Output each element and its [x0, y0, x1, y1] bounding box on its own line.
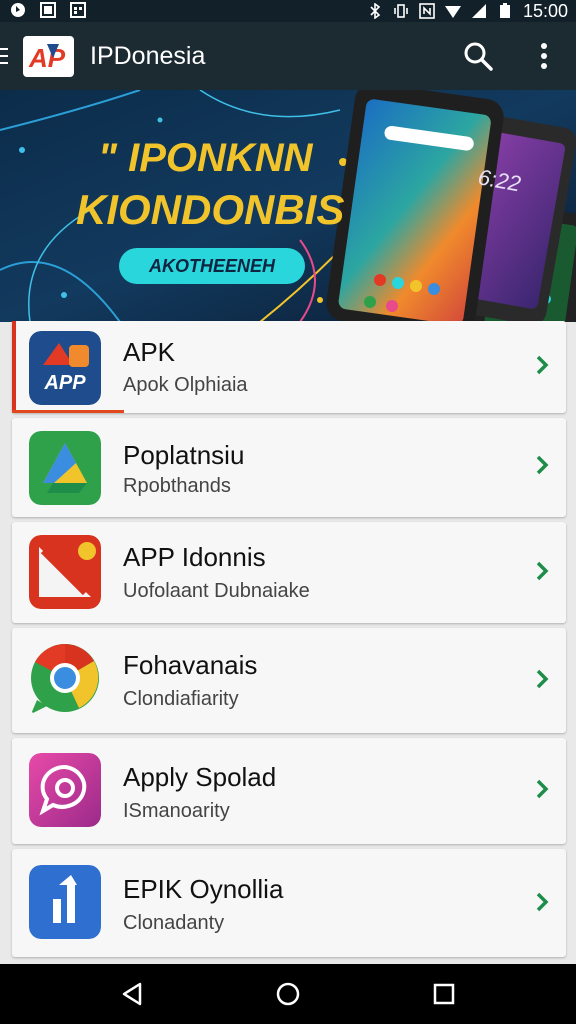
- promo-banner[interactable]: 6:22 " IPONKNN KIONDONBIS AKOTHEENEH: [0, 90, 576, 322]
- battery-icon: [499, 3, 510, 18]
- list-item-subtitle: Rpobthands: [123, 475, 231, 497]
- list-item-title: Apply Spolad: [123, 762, 277, 792]
- list-item-title: APK: [123, 337, 176, 367]
- bluetooth-icon: [370, 3, 381, 19]
- list-item-subtitle: ISmanoarity: [123, 800, 230, 822]
- list-item-subtitle: Clondiafiarity: [123, 688, 239, 710]
- app-logo-icon: APP: [29, 331, 101, 405]
- back-icon[interactable]: [118, 980, 146, 1008]
- status-bar: 15:00: [0, 0, 576, 22]
- signal-icon: [471, 4, 486, 18]
- calendar-icon: [70, 2, 86, 18]
- list-item-title: APP Idonnis: [123, 542, 266, 572]
- chevron-right-icon: [536, 669, 549, 689]
- vibrate-icon: [394, 4, 408, 18]
- selection-underline: [12, 410, 124, 413]
- chat-bubble-icon: [29, 753, 101, 827]
- image-icon: [40, 2, 56, 18]
- menu-icon[interactable]: [0, 46, 8, 66]
- list-item-title: Poplatnsiu: [123, 440, 245, 470]
- system-nav-bar: [0, 964, 576, 1024]
- flag-icon: [29, 535, 101, 609]
- list-item[interactable]: Fohavanais Clondiafiarity: [12, 628, 566, 733]
- list-item[interactable]: Poplatnsiu Rpobthands: [12, 418, 566, 517]
- nfc-icon: [419, 3, 435, 19]
- app-bar: AP IPDonesia: [0, 22, 576, 90]
- wifi-icon: [444, 6, 461, 18]
- list-item[interactable]: APP APK Apok Olphiaia: [12, 321, 566, 413]
- app-logo: AP: [23, 36, 74, 77]
- list-item-title: Fohavanais: [123, 650, 258, 680]
- chevron-right-icon: [536, 355, 549, 375]
- search-icon[interactable]: [462, 40, 494, 72]
- list-item[interactable]: EPIK Oynollia Clonadanty: [12, 849, 566, 957]
- notification-icon: [11, 3, 25, 17]
- list-item-subtitle: Apok Olphiaia: [123, 374, 248, 396]
- chevron-right-icon: [536, 779, 549, 799]
- banner-subheadline: KIONDONBIS: [76, 186, 345, 233]
- svg-text:AP: AP: [28, 43, 66, 73]
- list-item-title: EPIK Oynollia: [123, 874, 284, 904]
- list-item[interactable]: APP Idonnis Uofolaant Dubnaiake: [12, 522, 566, 623]
- drive-icon: [29, 431, 101, 505]
- app-logo-text: APP: [43, 372, 86, 394]
- chevron-right-icon: [536, 455, 549, 475]
- chevron-right-icon: [536, 561, 549, 581]
- banner-cta-button[interactable]: AKOTHEENEH: [119, 248, 305, 284]
- chevron-right-icon: [536, 892, 549, 912]
- list-item-subtitle: Clonadanty: [123, 912, 225, 934]
- selection-accent: [12, 321, 16, 413]
- stats-icon: [29, 865, 101, 939]
- app-title: IPDonesia: [90, 42, 206, 70]
- status-time: 15:00: [522, 1, 568, 21]
- list-item-subtitle: Uofolaant Dubnaiake: [123, 580, 310, 602]
- list-item[interactable]: Apply Spolad ISmanoarity: [12, 738, 566, 844]
- chrome-icon: [31, 644, 99, 714]
- home-icon[interactable]: [274, 980, 302, 1008]
- recents-icon[interactable]: [430, 980, 458, 1008]
- banner-headline: " IPONKNN: [98, 136, 313, 180]
- more-vert-icon[interactable]: [534, 40, 554, 72]
